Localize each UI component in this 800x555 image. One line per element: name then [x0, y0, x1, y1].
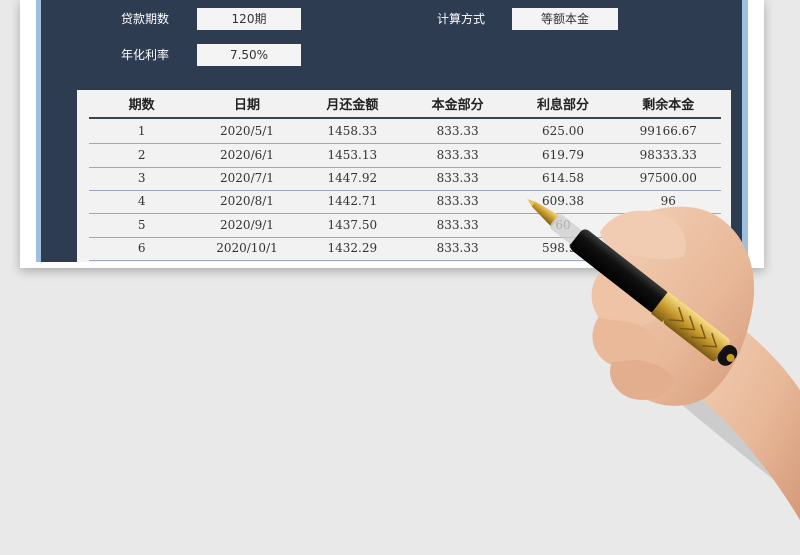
hand-with-pen-illustration: [527, 199, 800, 520]
